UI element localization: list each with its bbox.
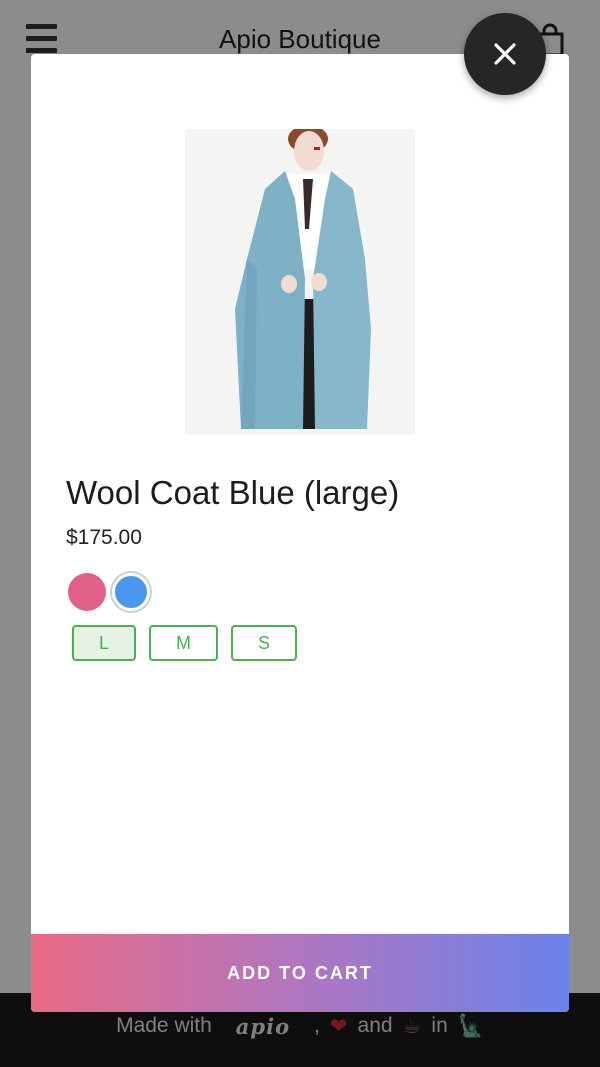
product-modal: Wool Coat Blue (large) $175.00 L M S ADD… <box>31 54 569 1012</box>
product-price: $175.00 <box>66 526 142 549</box>
product-name: Wool Coat Blue (large) <box>66 474 400 511</box>
product-image <box>185 125 415 435</box>
color-swatch-pink[interactable] <box>68 573 106 611</box>
close-button[interactable] <box>464 13 546 95</box>
color-swatch-blue[interactable] <box>112 573 150 611</box>
size-option-m[interactable]: M <box>149 625 218 661</box>
size-option-s[interactable]: S <box>231 625 297 661</box>
color-swatches <box>68 573 150 611</box>
size-selector: L M S <box>72 625 297 661</box>
size-option-l[interactable]: L <box>72 625 136 661</box>
close-icon <box>494 43 516 65</box>
add-to-cart-button[interactable]: ADD TO CART <box>31 934 569 1012</box>
